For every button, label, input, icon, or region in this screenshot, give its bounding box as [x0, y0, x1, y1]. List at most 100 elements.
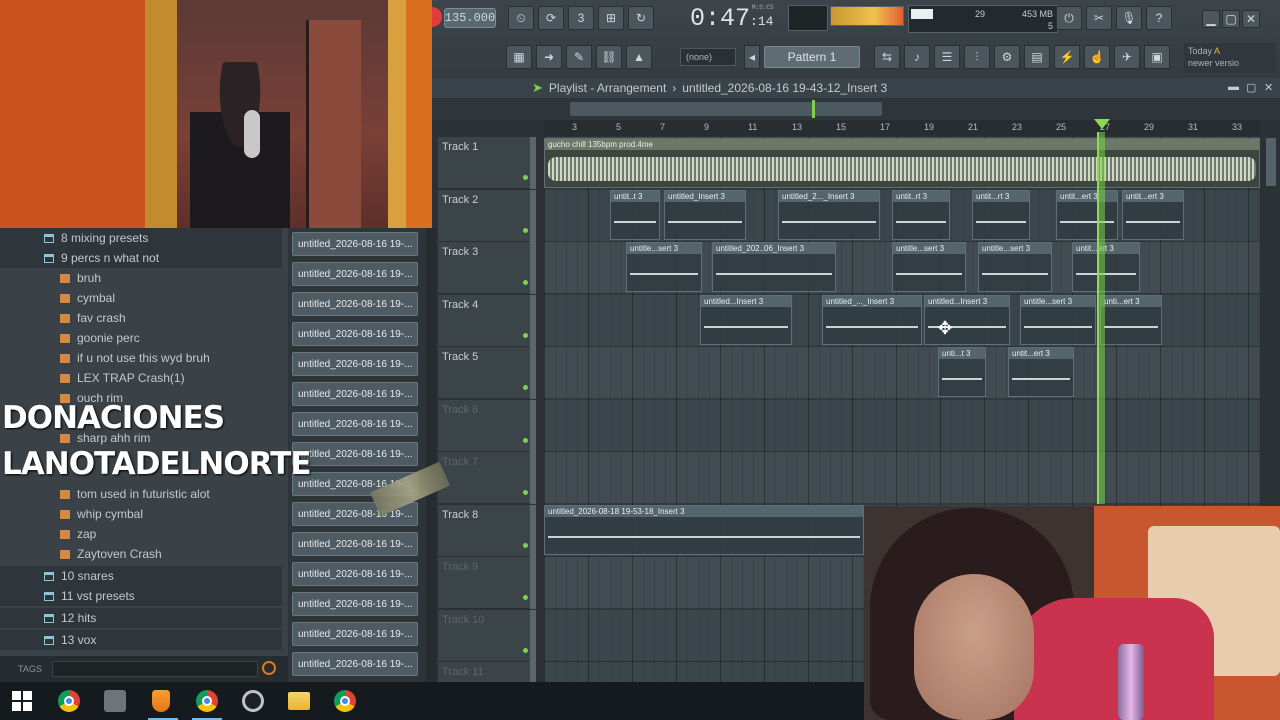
audio-clip[interactable]: untitle...sert 3 — [978, 242, 1052, 292]
track-resize-grip[interactable] — [530, 609, 536, 662]
track-mute-led[interactable] — [523, 385, 528, 390]
help-button[interactable]: ? — [1146, 6, 1172, 30]
audio-clip[interactable]: untitle...sert 3 — [1020, 295, 1096, 345]
track-resize-grip[interactable] — [530, 452, 536, 504]
browser-folder[interactable]: 9 percs n what not — [0, 248, 282, 268]
picker-item[interactable]: untitled_2026-08-16 19-... — [292, 532, 418, 556]
playlist-minimize-icon[interactable]: ▬ — [1228, 81, 1239, 93]
browser-file[interactable]: Zaytoven Crash — [0, 544, 282, 564]
track-header[interactable]: Track 8 — [438, 504, 536, 557]
chrome-icon[interactable] — [334, 690, 356, 712]
mic-icon[interactable]: 🎙 — [1116, 6, 1142, 30]
audio-clip[interactable]: untit...ert 3 — [1008, 347, 1074, 397]
audio-clip[interactable]: untitled...Insert 3 — [700, 295, 792, 345]
media-player-icon[interactable] — [104, 690, 126, 712]
pencil-icon[interactable]: ✎ — [566, 45, 592, 69]
obs-icon[interactable] — [242, 690, 264, 712]
channel-rack-icon[interactable]: ☰ — [934, 45, 960, 69]
audio-clip[interactable]: untitled_2..._Insert 3 — [778, 190, 880, 240]
file-explorer-icon[interactable] — [288, 692, 310, 710]
picker-item[interactable]: untitled_2026-08-16 19-... — [292, 262, 418, 286]
browser-file[interactable]: whip cymbal — [0, 504, 282, 524]
track-resize-grip[interactable] — [530, 137, 536, 189]
close-icon[interactable]: ✕ — [1242, 10, 1260, 28]
picker-item[interactable]: untitled_2026-08-16 19-... — [292, 592, 418, 616]
track-mute-led[interactable] — [523, 595, 528, 600]
audio-clip[interactable]: unti...ert 3 — [1100, 295, 1162, 345]
audio-clip[interactable]: untitled_Insert 3 — [664, 190, 746, 240]
browser-folder[interactable]: 12 hits — [0, 608, 282, 628]
track-mute-led[interactable] — [523, 490, 528, 495]
audio-clip[interactable]: untit...ert 3 — [1072, 242, 1140, 292]
picker-item[interactable]: untitled_2026-08-16 19-... — [292, 232, 418, 256]
pattern-prev-icon[interactable]: ◂ — [744, 45, 760, 69]
audio-clip[interactable]: untitled_2026-08-18 19-53-18_Insert 3 — [544, 505, 864, 555]
picker-item[interactable]: untitled_2026-08-16 19-... — [292, 352, 418, 376]
snap-selector[interactable]: (none) — [680, 48, 736, 66]
chrome-icon[interactable] — [192, 690, 222, 720]
metronome-icon[interactable]: ⏲ — [508, 6, 534, 30]
blend-icon[interactable]: ⊞ — [598, 6, 624, 30]
record-options-icon[interactable]: ✈ — [1114, 45, 1140, 69]
stamp-icon[interactable]: ▲ — [626, 45, 652, 69]
browser-icon[interactable]: ▤ — [1024, 45, 1050, 69]
wait-icon[interactable]: ⟳ — [538, 6, 564, 30]
minimize-icon[interactable]: ▁ — [1202, 10, 1220, 28]
track-resize-grip[interactable] — [530, 399, 536, 452]
picker-item[interactable]: untitled_2026-08-16 19-... — [292, 562, 418, 586]
playlist-hscroll[interactable] — [432, 98, 1280, 120]
windows-start-icon[interactable] — [12, 691, 32, 711]
audio-clip[interactable]: untit...rt 3 — [972, 190, 1030, 240]
audio-clip[interactable]: unti...t 3 — [938, 347, 986, 397]
track-resize-grip[interactable] — [530, 557, 536, 609]
loop-record-icon[interactable]: ↻ — [628, 6, 654, 30]
browser-file[interactable]: zap — [0, 524, 282, 544]
browser-folder[interactable]: 10 snares — [0, 566, 282, 586]
track-resize-grip[interactable] — [530, 294, 536, 347]
plugin-icon[interactable]: ⚡ — [1054, 45, 1080, 69]
track-header[interactable]: Track 1 — [438, 137, 536, 189]
touch-icon[interactable]: ☝ — [1084, 45, 1110, 69]
picker-item[interactable]: untitled_2026-08-16 19-... — [292, 382, 418, 406]
audio-clip[interactable]: untit..t 3 — [610, 190, 660, 240]
track-resize-grip[interactable] — [530, 347, 536, 399]
track-mute-led[interactable] — [523, 437, 528, 443]
time-display[interactable]: 0:47 :14 M:S:CS — [690, 4, 782, 34]
track-header[interactable]: Track 4 — [438, 294, 536, 347]
playhead[interactable] — [1097, 132, 1105, 504]
track-header[interactable]: Track 3 — [438, 242, 536, 294]
chrome-icon[interactable] — [58, 690, 80, 712]
playlist-maximize-icon[interactable]: ▢ — [1246, 81, 1256, 94]
track-header[interactable]: Track 9 — [438, 557, 536, 609]
audio-clip[interactable]: untit...ert 3 — [1056, 190, 1118, 240]
browser-file[interactable]: bruh — [0, 268, 282, 288]
picker-item[interactable]: untitled_2026-08-16 19-... — [292, 322, 418, 346]
picker-item[interactable]: untitled_2026-08-16 19-... — [292, 412, 418, 436]
online-icon[interactable]: ⏻ — [1056, 6, 1082, 30]
track-mute-led[interactable] — [523, 280, 528, 285]
picker-item[interactable]: untitled_2026-08-16 19-... — [292, 292, 418, 316]
audio-clip[interactable]: gucho chill 135bpm prod.4me — [544, 138, 1260, 188]
track-header[interactable]: Track 2 — [438, 189, 536, 242]
vscroll-thumb[interactable] — [1266, 138, 1276, 186]
track-mute-led[interactable] — [523, 542, 528, 548]
audio-clip[interactable]: untit...ert 3 — [1122, 190, 1184, 240]
browser-folder[interactable]: 11 vst presets — [0, 586, 282, 606]
browser-folder[interactable]: 13 vox — [0, 630, 282, 650]
piano-roll-icon[interactable]: ▦ — [506, 45, 532, 69]
browser-file[interactable]: if u not use this wyd bruh — [0, 348, 282, 368]
track-header[interactable]: Track 10 — [438, 609, 536, 662]
timeline-ruler[interactable]: 3 5 7 9 11 13 15 17 19 21 23 25 27 29 31 33 — [544, 120, 1260, 136]
browser-folder[interactable]: 8 mixing presets — [0, 228, 282, 248]
track-header[interactable]: Track 6 — [438, 399, 536, 452]
browser-file[interactable]: LEX TRAP Crash(1) — [0, 368, 282, 388]
audio-clip[interactable]: untitled_..._Insert 3 — [822, 295, 922, 345]
playlist-icon[interactable]: ⇆ — [874, 45, 900, 69]
browser-file[interactable]: goonie perc — [0, 328, 282, 348]
picker-scrollbar[interactable] — [426, 228, 436, 682]
audio-clip[interactable]: untitle...sert 3 — [626, 242, 702, 292]
tags-input[interactable] — [52, 661, 258, 677]
countdown-icon[interactable]: 3 — [568, 6, 594, 30]
track-mute-led[interactable] — [523, 332, 528, 338]
browser-file[interactable]: fav crash — [0, 308, 282, 328]
